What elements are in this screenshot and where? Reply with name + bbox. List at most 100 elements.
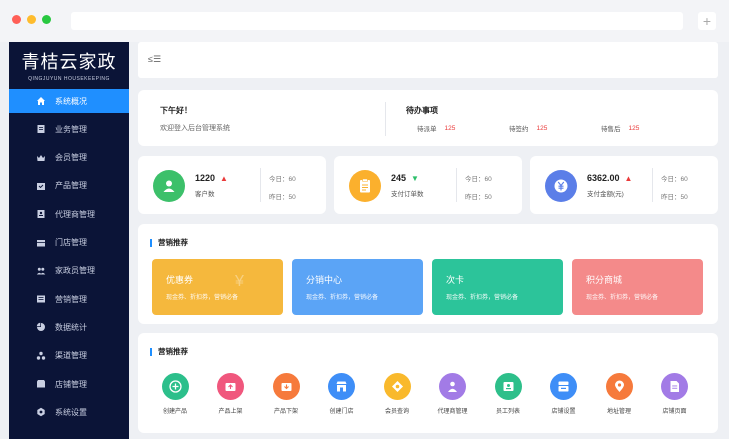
- trend-up-icon: ▲: [624, 174, 633, 183]
- upload-icon: [217, 373, 244, 400]
- collapse-menu-icon[interactable]: ≤☰: [148, 54, 161, 65]
- card-title: 分销中心: [306, 275, 343, 285]
- sidebar-item[interactable]: 数据统计: [9, 315, 129, 339]
- document-icon: [36, 124, 46, 134]
- stat-value-row: 6362.00 ▲: [587, 173, 632, 183]
- coupon-icon: ¥: [235, 273, 269, 303]
- quick-tool[interactable]: 创建门店: [312, 373, 372, 415]
- channel-icon: [36, 351, 46, 361]
- sidebar-item-label: 家政员管理: [55, 266, 95, 276]
- sidebar-item[interactable]: 产品管理: [9, 174, 129, 198]
- stat-value-row: 245 ▼: [391, 173, 419, 183]
- todo-item[interactable]: 待签约 125: [498, 123, 548, 134]
- agent-icon: [439, 373, 466, 400]
- divider: [260, 168, 261, 202]
- stat-today: 今日：60: [661, 176, 688, 183]
- close-window-button[interactable]: [12, 15, 21, 24]
- sidebar-item-label: 门店管理: [55, 238, 87, 247]
- sidebar-item[interactable]: 店铺管理: [9, 372, 129, 396]
- trend-up-icon: ▲: [220, 174, 228, 183]
- tool-label: 产品上架: [218, 409, 243, 415]
- sidebar-item[interactable]: 门店管理: [9, 231, 129, 255]
- quick-tool[interactable]: 代理商管理: [423, 373, 483, 415]
- sidebar-item-label: 系统设置: [55, 407, 87, 417]
- quick-tool[interactable]: 地址管理: [589, 373, 649, 415]
- points-icon: [655, 273, 689, 303]
- page-icon: [661, 373, 688, 400]
- quick-tool[interactable]: 店铺页面: [645, 373, 705, 415]
- quick-tool[interactable]: 产品上架: [201, 373, 261, 415]
- sidebar-item[interactable]: 业务管理: [9, 117, 129, 141]
- minimize-window-button[interactable]: [27, 15, 36, 24]
- quick-tool[interactable]: 会员查询: [367, 373, 427, 415]
- sidebar-item-label: 数据统计: [55, 322, 87, 332]
- quick-tool[interactable]: 产品下架: [256, 373, 316, 415]
- quick-tools-section: 营销推荐 创建产品 产品上架 产品下架 创建门店 会员查询 代理商管理 员工列表 店铺设置 地址…: [138, 333, 718, 433]
- home-icon: [36, 96, 46, 106]
- sidebar-item[interactable]: 家政员管理: [9, 259, 129, 283]
- stat-yesterday: 昨日：50: [661, 194, 688, 201]
- pie-chart-icon: [36, 322, 46, 332]
- download-icon: [272, 373, 300, 400]
- marketing-card[interactable]: 分销中心现金券、折扣券，营销必备: [292, 259, 423, 315]
- trend-down-icon: ▼: [411, 174, 419, 183]
- search-icon: [383, 373, 411, 400]
- todo-item[interactable]: 待派单 125: [406, 123, 456, 134]
- sidebar-item[interactable]: 会员管理: [9, 146, 129, 170]
- stat-label: 支付金额(元): [587, 191, 624, 198]
- dispatch-icon: [406, 125, 413, 132]
- address-bar[interactable]: [71, 12, 683, 30]
- sidebar-item[interactable]: 系统概况: [9, 89, 129, 113]
- greeting: 下午好！: [160, 106, 192, 115]
- marketing-card[interactable]: 积分商城 现金券、折扣券，营销必备: [572, 259, 703, 315]
- stat-value: 1220: [195, 173, 216, 183]
- stat-yesterday: 昨日：50: [269, 194, 296, 201]
- stat-today: 今日：60: [465, 176, 492, 183]
- sidebar-item[interactable]: 代理商管理: [9, 202, 129, 226]
- tool-label: 创建门店: [329, 409, 354, 415]
- stat-label: 支付订单数: [391, 191, 424, 198]
- store-icon: [328, 373, 355, 400]
- card-icon: [515, 273, 549, 303]
- tool-label: 员工列表: [495, 409, 520, 415]
- card-subtitle: 现金券、折扣券，营销必备: [306, 295, 379, 301]
- sidebar-item-label: 系统概况: [55, 96, 87, 106]
- sidebar-item-label: 会员管理: [55, 153, 87, 163]
- card-subtitle: 现金券、折扣券，营销必备: [446, 295, 519, 301]
- card-subtitle: 现金券、折扣券，营销必备: [166, 295, 239, 301]
- settings-icon: [36, 407, 46, 417]
- blocks-icon: [375, 273, 409, 303]
- sidebar-item[interactable]: 系统设置: [9, 400, 129, 424]
- section-title: 营销推荐: [150, 348, 188, 356]
- todo-count: 125: [628, 124, 640, 132]
- browser-chrome: +: [0, 0, 729, 42]
- stat-yesterday: 昨日：50: [465, 194, 492, 201]
- divider: [652, 168, 653, 202]
- quick-tool[interactable]: 创建产品: [145, 373, 205, 415]
- plus-icon: [161, 373, 189, 400]
- tool-label: 创建产品: [162, 409, 187, 415]
- marketing-card[interactable]: 次卡现金券、折扣券，营销必备: [432, 259, 563, 315]
- card-subtitle: 现金券、折扣券，营销必备: [586, 295, 659, 301]
- agent-icon: [36, 209, 46, 219]
- card-title: 次卡: [446, 275, 465, 285]
- people-icon: [36, 266, 46, 276]
- sidebar-item[interactable]: 营销管理: [9, 287, 129, 311]
- quick-tool[interactable]: 店铺设置: [534, 373, 594, 415]
- maximize-window-button[interactable]: [42, 15, 51, 24]
- sidebar-item[interactable]: 渠道管理: [9, 344, 129, 368]
- tool-label: 店铺页面: [662, 409, 687, 415]
- user-icon: [153, 170, 185, 202]
- stat-card: 6362.00 ▲ 支付金额(元) 今日：60 昨日：50: [530, 156, 718, 214]
- quick-tool[interactable]: 员工列表: [478, 373, 538, 415]
- marketing-card[interactable]: 优惠券 现金券、折扣券，营销必备 ¥: [152, 259, 283, 315]
- new-tab-button[interactable]: +: [698, 12, 716, 30]
- todo-count: 125: [536, 124, 548, 132]
- crown-icon: [36, 153, 46, 163]
- welcome-panel: 下午好！ 欢迎登入后台管理系统 待办事项 待派单 125 待签约 125 待售后 125: [138, 90, 718, 146]
- logo-subtitle: QINGJUYUN HOUSEKEEPING: [28, 76, 110, 82]
- todo-count: 125: [444, 124, 456, 132]
- todo-item[interactable]: 待售后 125: [590, 123, 640, 134]
- stat-value: 245: [391, 173, 407, 183]
- sign-icon: [498, 125, 505, 132]
